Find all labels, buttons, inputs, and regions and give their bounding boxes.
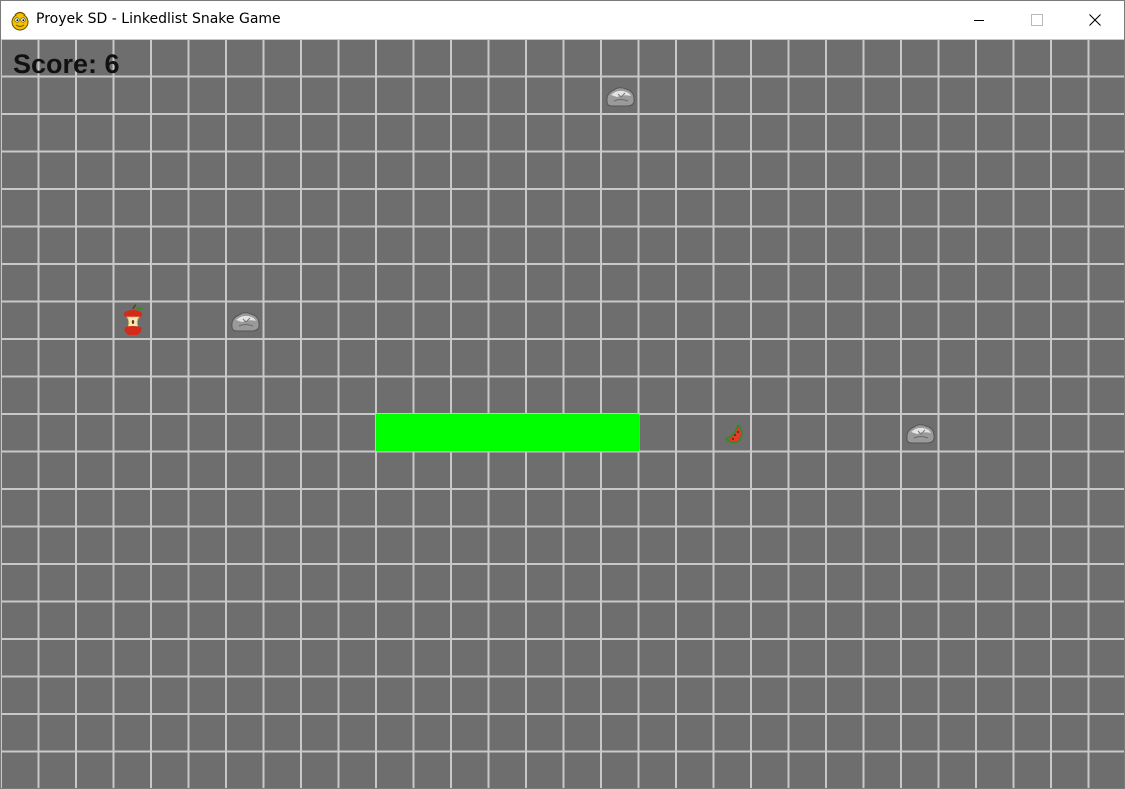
- title-bar[interactable]: Proyek SD - Linkedlist Snake Game: [1, 1, 1124, 39]
- maximize-icon: [1031, 14, 1043, 26]
- maximize-button[interactable]: [1008, 1, 1066, 39]
- apple-core-icon: [115, 303, 151, 339]
- snake-segment: [563, 414, 602, 451]
- snake-segment: [488, 414, 527, 451]
- snake-segment: [376, 414, 415, 451]
- rock-icon: [902, 415, 938, 451]
- pygame-snake-icon: [11, 11, 29, 31]
- snake-segment: [451, 414, 490, 451]
- rock-icon: [227, 303, 263, 339]
- close-icon: [1089, 14, 1101, 26]
- game-window: Proyek SD - Linkedlist Snake Game Score:…: [0, 0, 1125, 789]
- game-board[interactable]: Score: 6: [1, 39, 1124, 788]
- snake-head: [601, 414, 640, 451]
- snake-segment: [413, 414, 452, 451]
- score-label: Score: 6: [13, 49, 120, 79]
- watermelon-slice-icon: [715, 415, 751, 451]
- close-button[interactable]: [1066, 1, 1124, 39]
- minimize-button[interactable]: [950, 1, 1008, 39]
- snake-segment: [526, 414, 565, 451]
- rock-icon: [602, 78, 638, 114]
- window-title: Proyek SD - Linkedlist Snake Game: [36, 11, 281, 27]
- minimize-icon: [974, 20, 984, 21]
